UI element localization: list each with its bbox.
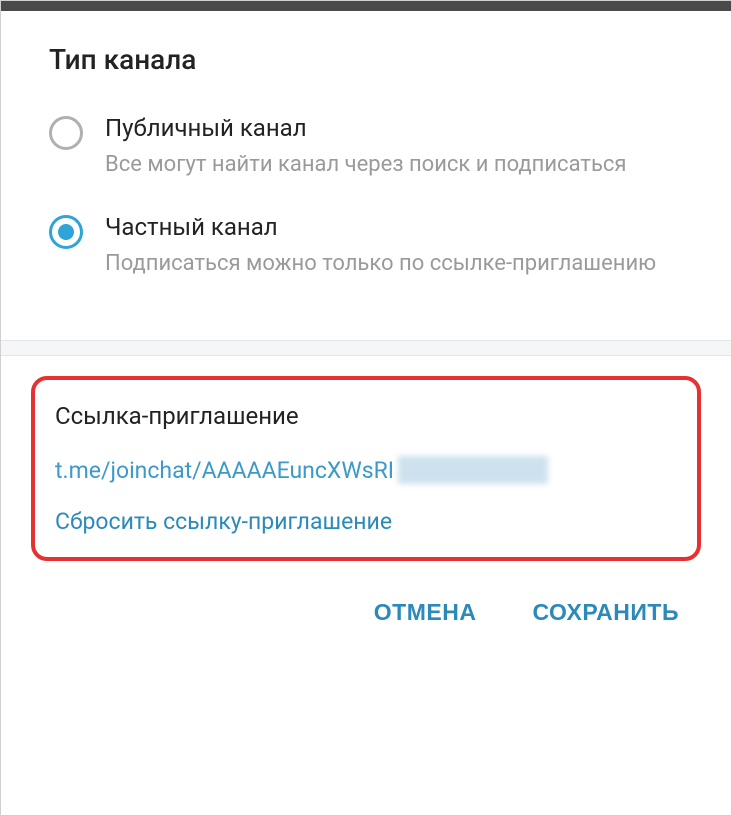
radio-label-private: Частный канал <box>105 213 683 241</box>
radio-label-public: Публичный канал <box>105 114 683 142</box>
radio-option-private[interactable]: Частный канал Подписаться можно только п… <box>49 213 683 280</box>
radio-icon <box>49 116 83 150</box>
dialog-button-row: ОТМЕНА СОХРАНИТЬ <box>1 573 731 656</box>
save-button[interactable]: СОХРАНИТЬ <box>528 593 683 632</box>
section-divider <box>1 340 731 356</box>
channel-type-dialog: Тип канала Публичный канал Все могут най… <box>0 0 732 816</box>
cancel-button[interactable]: ОТМЕНА <box>370 593 481 632</box>
invite-link-row[interactable]: t.me/joinchat/AAAAAEuncXWsRI <box>55 456 677 484</box>
invite-link-highlight-box: Ссылка-приглашение t.me/joinchat/AAAAAEu… <box>31 376 701 561</box>
radio-text-container: Частный канал Подписаться можно только п… <box>105 213 683 280</box>
section-title: Тип канала <box>49 43 683 76</box>
radio-description-public: Все могут найти канал через поиск и подп… <box>105 148 683 181</box>
radio-description-private: Подписаться можно только по ссылке-пригл… <box>105 247 683 280</box>
invite-link-title: Ссылка-приглашение <box>55 402 677 430</box>
invite-link-section: Ссылка-приглашение t.me/joinchat/AAAAAEu… <box>1 356 731 573</box>
top-strip <box>1 1 731 11</box>
radio-text-container: Публичный канал Все могут найти канал че… <box>105 114 683 181</box>
invite-link-blurred <box>398 456 548 484</box>
channel-type-section: Тип канала Публичный канал Все могут най… <box>1 11 731 340</box>
radio-icon-selected <box>49 215 83 249</box>
invite-link-text: t.me/joinchat/AAAAAEuncXWsRI <box>55 457 394 484</box>
reset-invite-link[interactable]: Сбросить ссылку-приглашение <box>55 508 677 535</box>
radio-option-public[interactable]: Публичный канал Все могут найти канал че… <box>49 114 683 181</box>
